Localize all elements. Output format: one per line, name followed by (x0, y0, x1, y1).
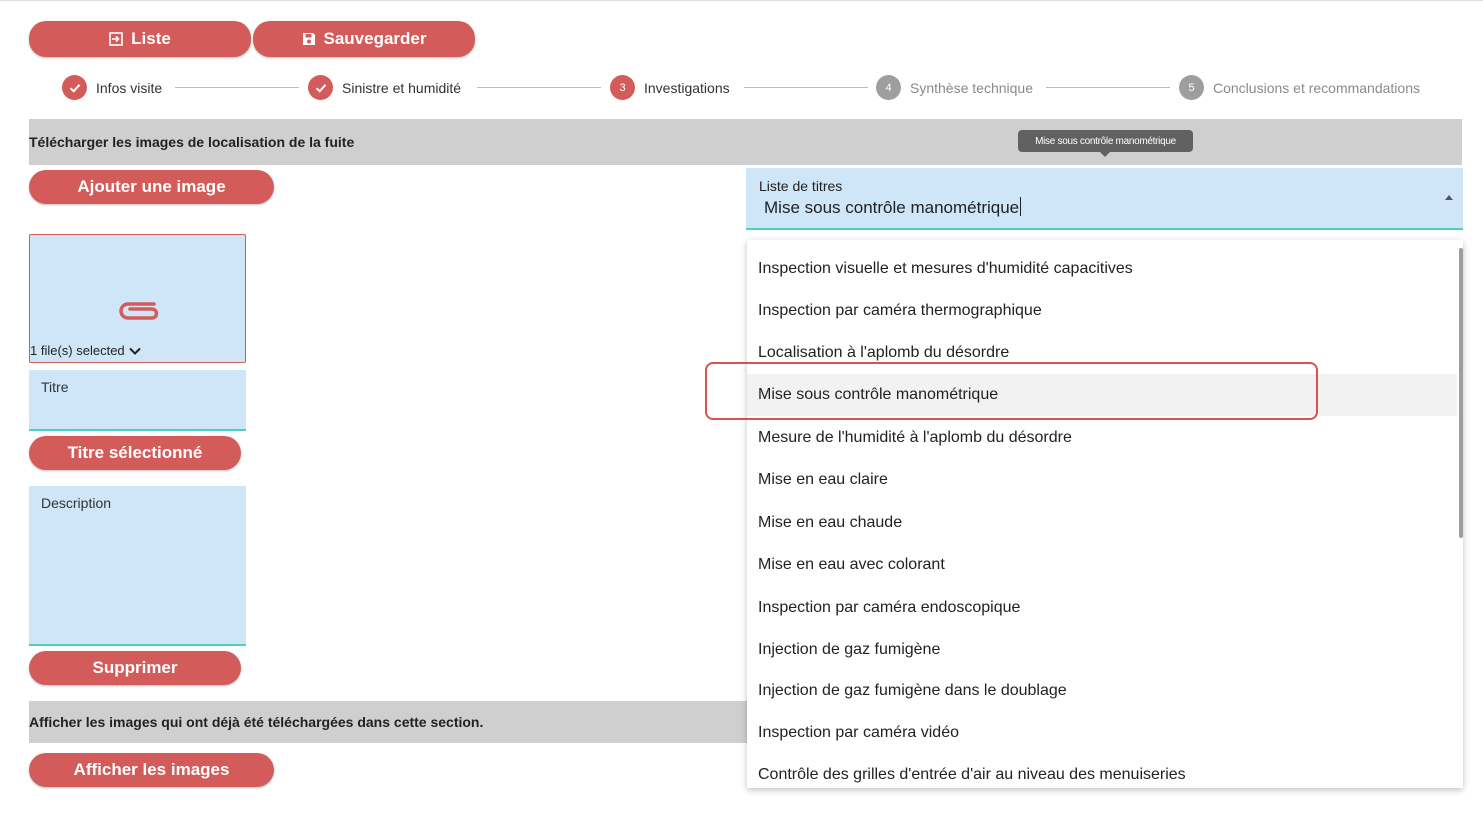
caret-up-icon[interactable] (1445, 195, 1453, 200)
upload-section-header: Télécharger les images de localisation d… (29, 119, 1462, 165)
show-images-label: Afficher les images (73, 760, 230, 779)
top-divider (0, 0, 1483, 1)
step-connector (175, 87, 299, 88)
description-field-label: Description (41, 495, 112, 511)
selected-title-button[interactable]: Titre sélectionné (29, 436, 241, 470)
step-connector (1046, 87, 1170, 88)
delete-button[interactable]: Supprimer (29, 651, 241, 685)
step-conclusions[interactable]: 5 Conclusions et recommandations (1179, 75, 1420, 100)
check-icon (308, 75, 333, 100)
dropdown-option[interactable]: Localisation à l'aplomb du désordre (747, 332, 1457, 374)
file-dropzone[interactable]: 1 file(s) selected (29, 234, 246, 363)
exit-icon (109, 32, 123, 46)
files-selected-toggle[interactable]: 1 file(s) selected (30, 343, 141, 358)
upload-section-title: Télécharger les images de localisation d… (29, 134, 355, 150)
dropdown-option[interactable]: Mise en eau claire (747, 459, 1457, 501)
list-button-label: Liste (131, 29, 171, 48)
dropdown-option[interactable]: Inspection par caméra endoscopique (747, 587, 1457, 629)
step-number: 4 (876, 75, 901, 100)
step-infos-visite[interactable]: Infos visite (62, 75, 162, 100)
chevron-down-icon (128, 343, 141, 358)
selected-title-label: Titre sélectionné (67, 443, 203, 462)
files-selected-text: 1 file(s) selected (30, 343, 125, 358)
title-list-value-wrap: Mise sous contrôle manométrique (764, 197, 1022, 218)
step-number: 3 (610, 75, 635, 100)
description-field[interactable]: Description (29, 486, 246, 646)
dropdown-option[interactable]: Mise en eau chaude (747, 502, 1457, 544)
view-section-title: Afficher les images qui ont déjà été tél… (29, 714, 484, 730)
add-image-label: Ajouter une image (77, 177, 226, 196)
dropdown-option[interactable]: Mise en eau avec colorant (747, 544, 1457, 586)
progress-stepper: Infos visite Sinistre et humidité 3 Inve… (0, 72, 1483, 104)
list-button[interactable]: Liste (29, 21, 251, 57)
dropdown-option-selected[interactable]: Mise sous contrôle manométrique (747, 374, 1457, 416)
show-images-button[interactable]: Afficher les images (29, 753, 274, 787)
title-options-dropdown: Inspection visuelle et mesures d'humidit… (747, 240, 1463, 788)
view-section-header: Afficher les images qui ont déjà été tél… (29, 701, 747, 743)
dropdown-option[interactable]: Inspection par caméra thermographique (747, 290, 1457, 332)
step-synthese[interactable]: 4 Synthèse technique (876, 75, 1033, 100)
title-field-label: Titre (41, 379, 69, 395)
step-label: Synthèse technique (910, 79, 1033, 96)
text-caret (1020, 197, 1022, 216)
dropdown-scrollbar[interactable] (1459, 248, 1463, 538)
title-list-value: Mise sous contrôle manométrique (764, 198, 1020, 217)
title-tooltip: Mise sous contrôle manométrique (1018, 130, 1193, 157)
step-number: 5 (1179, 75, 1204, 100)
dropdown-option[interactable]: Injection de gaz fumigène (747, 629, 1457, 671)
check-icon (62, 75, 87, 100)
step-investigations[interactable]: 3 Investigations (610, 75, 730, 100)
dropdown-option[interactable]: Inspection par caméra vidéo (747, 712, 1457, 754)
dropdown-option[interactable]: Mesure de l'humidité à l'aplomb du désor… (747, 417, 1457, 459)
add-image-button[interactable]: Ajouter une image (29, 170, 274, 204)
dropdown-option[interactable]: Contrôle des grilles d'entrée d'air au n… (747, 754, 1457, 788)
step-connector (477, 87, 601, 88)
step-label: Infos visite (96, 79, 163, 96)
delete-button-label: Supprimer (92, 658, 178, 677)
step-label: Conclusions et recommandations (1213, 79, 1420, 96)
step-connector (744, 87, 868, 88)
title-list-label: Liste de titres (759, 178, 843, 194)
step-label: Sinistre et humidité (342, 79, 462, 96)
save-button-label: Sauvegarder (323, 29, 427, 48)
floppy-disk-icon (302, 32, 316, 46)
save-button[interactable]: Sauvegarder (253, 21, 475, 57)
title-list-select[interactable]: Liste de titres Mise sous contrôle manom… (746, 168, 1463, 230)
dropdown-option[interactable]: Inspection visuelle et mesures d'humidit… (747, 248, 1457, 290)
title-field[interactable]: Titre (29, 370, 246, 431)
step-sinistre[interactable]: Sinistre et humidité (308, 75, 461, 100)
dropdown-option[interactable]: Injection de gaz fumigène dans le doubla… (747, 670, 1457, 712)
step-label: Investigations (644, 79, 730, 96)
paperclip-icon (114, 298, 162, 329)
